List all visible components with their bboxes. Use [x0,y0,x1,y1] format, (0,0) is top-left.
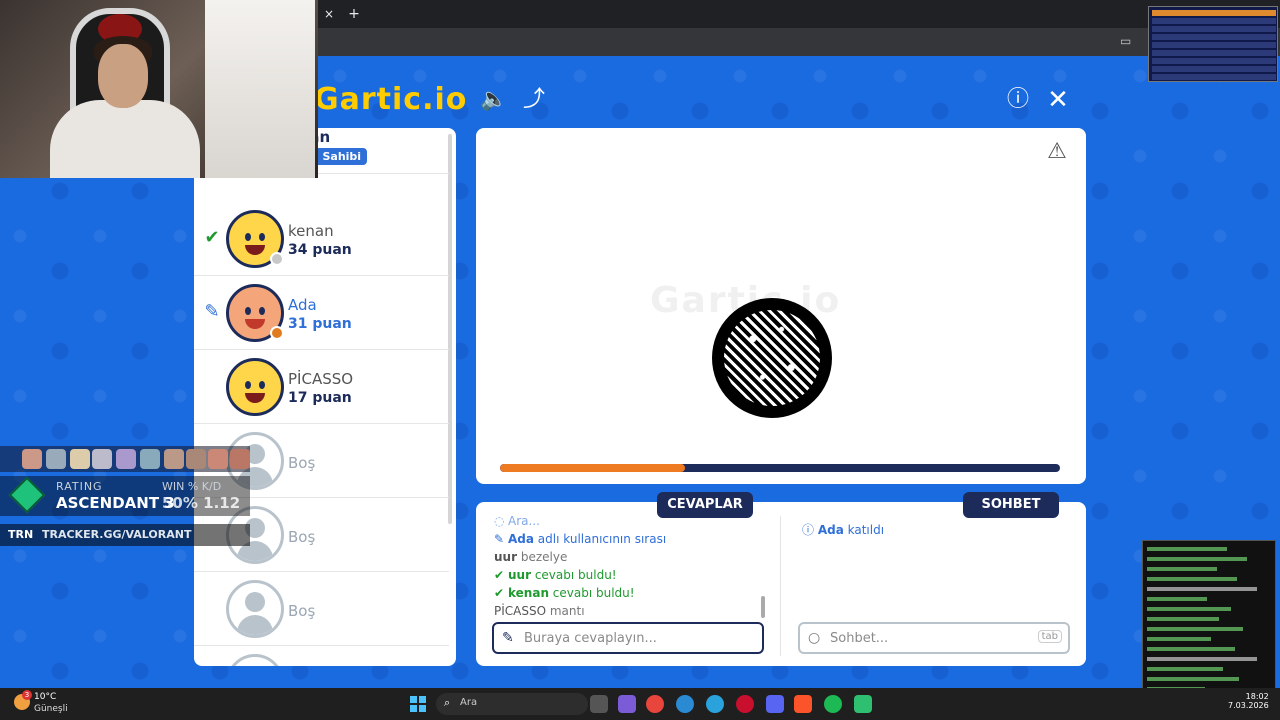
answer-message: ✎ Ada adlı kullanıcının sırası [494,532,667,546]
answer-message: ✔ kenan cevabı buldu! [494,586,635,600]
check-icon: ✔ [494,568,505,582]
player-row: ✎ Ada 31 puan [194,276,449,350]
rating-label: RATING [56,480,103,493]
player-name: Boş [288,528,316,546]
status-badge [270,252,284,266]
task-view-icon[interactable] [590,695,608,713]
windows-start-icon[interactable] [410,696,426,712]
brave-icon[interactable] [794,695,812,713]
agent-heads [0,446,250,472]
info-icon: ⓘ [802,523,818,537]
chat-system-message: ⓘ Ada katıldı [802,523,885,537]
info-icon[interactable]: ⓘ [1004,86,1032,114]
player-row: PİCASSO 17 puan [194,350,449,424]
answer-message: PİCASSO mantı [494,604,585,618]
share-icon[interactable]: ⤴ [520,86,548,114]
player-score: 17 puan [288,390,352,406]
round-timer-bar [500,464,1060,472]
webcam-overlay [0,0,318,178]
chrome-icon[interactable] [646,695,664,713]
search-icon: ⌕ [444,696,451,709]
app-icon[interactable] [854,695,872,713]
opera-icon[interactable] [736,695,754,713]
trn-logo: TRN [8,528,34,541]
copilot-icon[interactable] [618,695,636,713]
valorant-overlay: RATING ASCENDANT 3 WIN % K/D 50% 1.12 TR… [0,446,250,546]
answer-message: ◌ Ara... [494,514,540,528]
empty-avatar-icon [226,654,284,666]
player-score: 31 puan [288,316,352,332]
chat-input[interactable] [830,628,1030,648]
pencil-icon: ✎ [204,301,220,322]
check-icon: ✔ [494,586,505,600]
panel-divider [780,516,781,656]
answer-input-box: ✎ [492,622,764,654]
chat-bubble-icon: ○ [808,630,821,646]
tab-key-hint: tab [1037,630,1062,643]
player-name: PİCASSO [288,370,354,388]
taskbar-clock: 18:02 7.03.2026 [1228,692,1269,710]
player-name: Boş [288,454,316,472]
taskbar [0,688,1280,720]
close-icon[interactable]: ✕ [1044,86,1072,114]
warning-icon[interactable]: ⚠ [1044,140,1070,164]
answers-scrollbar[interactable] [761,596,765,618]
rank-panel: RATING ASCENDANT 3 WIN % K/D 50% 1.12 [0,476,250,516]
tracker-banner: TRN TRACKER.GG/VALORANT [0,524,250,546]
player-score: 34 puan [288,242,352,258]
spotify-icon[interactable] [824,695,842,713]
notification-badge: 3 [22,690,32,700]
player-name: Boş [288,602,316,620]
player-row: ✔ kenan 34 puan [194,202,449,276]
rating-value: ASCENDANT 3 [56,494,175,512]
rank-icon [8,476,46,514]
player-row-empty [194,646,449,666]
avatar [226,358,284,416]
current-drawing [712,298,832,418]
answer-input[interactable] [524,628,724,648]
new-tab-button[interactable]: + [344,4,364,24]
pencil-icon: ✎ [494,532,505,546]
pencil-icon: ✎ [502,630,514,646]
cast-icon[interactable]: ▭ [1120,34,1131,48]
empty-avatar-icon [226,580,284,638]
answer-message: ✔ uur cevabı buldu! [494,568,617,582]
player-row-empty: Boş [194,572,449,646]
edge-icon[interactable] [676,695,694,713]
player-name: kenan [288,222,334,240]
win-value: 50% 1.12 [162,494,241,512]
game-logo[interactable]: Gartic.io [314,82,467,117]
leaderboard-overlay [1148,6,1278,82]
check-icon: ✔ [204,227,220,248]
tab-answers[interactable]: CEVAPLAR [657,492,753,518]
win-label: WIN % K/D [162,480,222,493]
status-badge [270,326,284,340]
tab-close-button[interactable]: × [318,4,340,24]
telegram-icon[interactable] [706,695,724,713]
chat-input-box: ○ tab [798,622,1070,654]
tab-chat[interactable]: SOHBET [963,492,1059,518]
weather-desc: Güneşli [34,704,68,714]
answer-message: uur bezelye [494,550,568,564]
discord-icon[interactable] [766,695,784,713]
player-name: Ada [288,296,317,314]
tracker-url: TRACKER.GG/VALORANT [42,528,192,541]
speaker-icon[interactable]: 🔈 [480,86,508,114]
taskbar-search[interactable]: ⌕ Ara [436,693,588,715]
round-timer-fill [500,464,685,472]
players-list: puan Oda Sahibi ✔ kenan 34 puan ✎ Ada 31… [194,128,456,666]
weather-temp: 10°C [34,692,57,702]
